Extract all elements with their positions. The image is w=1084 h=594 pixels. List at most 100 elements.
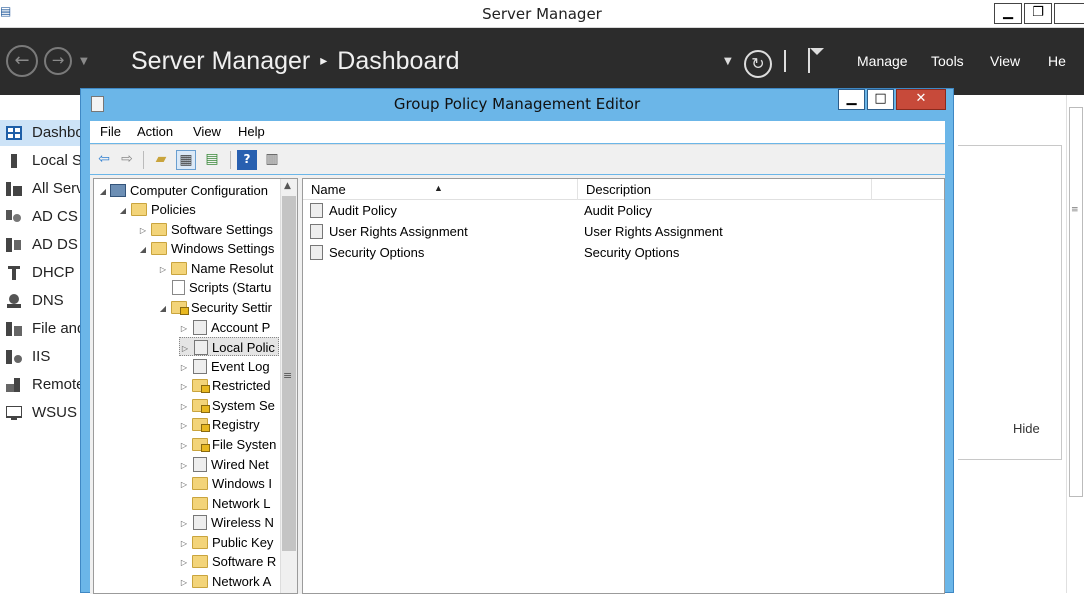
tree-node-wired-network[interactable]: ▷ Wired Net	[179, 455, 269, 474]
collapsed-icon[interactable]: ▷	[179, 397, 189, 416]
sidebar-item-wsus[interactable]: WSUS	[0, 400, 84, 426]
tree-node-windows-firewall[interactable]: ▷ Windows I	[179, 474, 272, 493]
expanded-icon[interactable]: ◢	[158, 299, 168, 318]
back-button[interactable]: ←	[6, 45, 38, 77]
show-hide-tree-icon[interactable]: ▦	[176, 150, 196, 170]
collapsed-icon[interactable]: ▷	[179, 573, 189, 592]
forward-button[interactable]: →	[44, 47, 72, 75]
manage-menu[interactable]: Manage	[857, 53, 908, 69]
list-item[interactable]: Security Options Security Options	[303, 242, 944, 263]
collapsed-icon[interactable]: ▷	[179, 319, 189, 338]
collapsed-icon[interactable]: ▷	[179, 358, 189, 377]
tree-scrollbar[interactable]: ▲ ≡	[280, 179, 297, 593]
properties-icon[interactable]: ▥	[262, 150, 282, 170]
export-list-icon[interactable]: ▤	[202, 150, 222, 170]
tree-node-name-resolution[interactable]: ▷ Name Resolut	[158, 259, 273, 278]
dhcp-icon	[8, 266, 20, 280]
sidebar-item-ad-cs[interactable]: AD CS	[0, 204, 84, 230]
history-dropdown-icon[interactable]: ▼	[80, 56, 88, 67]
tree-node-network-list[interactable]: Network L	[179, 494, 271, 513]
tree-node-local-policies[interactable]: ▷ Local Polic	[179, 337, 279, 356]
sidebar-item-dhcp[interactable]: DHCP	[0, 260, 84, 286]
help-menu[interactable]: He	[1048, 53, 1066, 69]
expanded-icon[interactable]: ◢	[118, 201, 128, 220]
sidebar-item-file-storage[interactable]: File and	[0, 316, 84, 342]
breadcrumb-root: Server Manager	[131, 47, 311, 75]
tools-menu[interactable]: Tools	[931, 53, 964, 69]
menu-view[interactable]: View	[193, 124, 221, 139]
menu-file[interactable]: File	[100, 124, 121, 139]
forward-arrow-icon[interactable]: ⇨	[117, 150, 137, 170]
tree-node-network-access[interactable]: ▷ Network A	[179, 572, 271, 591]
sidebar-item-iis[interactable]: IIS	[0, 344, 84, 370]
tree-node-system-services[interactable]: ▷ System Se	[179, 396, 275, 415]
list-item[interactable]: User Rights Assignment User Rights Assig…	[303, 221, 944, 242]
notifications-flag-icon[interactable]	[806, 46, 826, 74]
scrollbar-thumb[interactable]	[1069, 107, 1083, 497]
list-item[interactable]: Audit Policy Audit Policy	[303, 200, 944, 221]
sidebar-item-ad-ds[interactable]: AD DS	[0, 232, 84, 258]
help-icon[interactable]: ?	[237, 150, 257, 170]
tree-node-computer-configuration[interactable]: ◢ Computer Configuration	[98, 181, 268, 200]
menu-help[interactable]: Help	[238, 124, 265, 139]
gpme-minimize-button[interactable]: ▁	[838, 89, 865, 110]
sidebar-item-dns[interactable]: DNS	[0, 288, 84, 314]
tree-node-registry[interactable]: ▷ Registry	[179, 415, 260, 434]
column-header-name[interactable]: Name ▲	[303, 179, 578, 200]
collapsed-icon[interactable]: ▷	[179, 475, 189, 494]
tree-node-event-log[interactable]: ▷ Event Log	[179, 357, 270, 376]
collapsed-icon[interactable]: ▷	[179, 534, 189, 553]
tree-node-software-restriction[interactable]: ▷ Software R	[179, 552, 276, 571]
collapsed-icon[interactable]: ▷	[179, 377, 189, 396]
header-divider	[784, 50, 786, 72]
tree-node-windows-settings[interactable]: ◢ Windows Settings	[138, 239, 274, 258]
sidebar-item-all-servers[interactable]: All Serv	[0, 176, 84, 202]
sidebar-item-label: DNS	[32, 292, 64, 309]
scroll-up-icon[interactable]: ▲	[284, 181, 291, 191]
expanded-icon[interactable]: ◢	[138, 240, 148, 259]
collapsed-icon[interactable]: ▷	[179, 553, 189, 572]
collapsed-icon[interactable]: ▷	[158, 260, 168, 279]
gpme-title: Group Policy Management Editor	[393, 95, 641, 113]
collapsed-icon[interactable]: ▷	[138, 221, 148, 240]
up-folder-icon[interactable]: ▰	[151, 150, 171, 170]
breadcrumb-page: Dashboard	[337, 47, 460, 75]
restore-button[interactable]: ❐	[1024, 3, 1052, 24]
menu-action[interactable]: Action	[137, 124, 173, 139]
back-arrow-icon[interactable]: ⇦	[94, 150, 114, 170]
column-header-description[interactable]: Description	[578, 179, 872, 200]
scrollbar-grip-icon: ≡	[1071, 205, 1079, 215]
sidebar-item-dashboard[interactable]: Dashbo	[0, 120, 84, 146]
hide-link[interactable]: Hide	[1013, 421, 1040, 436]
collapsed-icon[interactable]: ▷	[180, 339, 190, 358]
collapsed-icon[interactable]: ▷	[179, 514, 189, 533]
tree-node-account-policies[interactable]: ▷ Account P	[179, 318, 270, 337]
refresh-icon[interactable]: ↻	[744, 50, 772, 78]
collapsed-icon[interactable]: ▷	[179, 456, 189, 475]
view-menu[interactable]: View	[990, 53, 1020, 69]
refresh-dropdown-icon[interactable]: ▼	[724, 56, 732, 67]
gpme-body: ◢ Computer Configuration ◢ Policies ▷ Softw…	[90, 175, 945, 594]
collapsed-icon[interactable]: ▷	[179, 416, 189, 435]
server-manager-sidebar: Dashbo Local S All Serv AD CS AD DS DHCP…	[0, 118, 84, 593]
tree-node-security-settings[interactable]: ◢ Security Settir	[158, 298, 272, 317]
tree-node-policies[interactable]: ◢ Policies	[118, 200, 196, 219]
tree-node-software-settings[interactable]: ▷ Software Settings	[138, 220, 273, 239]
gpme-titlebar[interactable]: Group Policy Management Editor ▁ □ ✕	[81, 89, 953, 119]
sidebar-item-remote-access[interactable]: Remote	[0, 372, 84, 398]
tree-node-file-system[interactable]: ▷ File Systen	[179, 435, 276, 454]
collapsed-icon[interactable]: ▷	[179, 436, 189, 455]
server-manager-scrollbar[interactable]: ≡	[1066, 95, 1084, 593]
tree-node-scripts[interactable]: Scripts (Startu	[158, 278, 271, 297]
close-button[interactable]	[1054, 3, 1084, 24]
tree-node-public-key[interactable]: ▷ Public Key	[179, 533, 274, 553]
gpme-maximize-button[interactable]: □	[867, 89, 894, 110]
gpme-close-button[interactable]: ✕	[896, 89, 946, 110]
sidebar-item-local-server[interactable]: Local S	[0, 148, 84, 174]
expanded-icon[interactable]: ◢	[98, 182, 108, 201]
minimize-button[interactable]: ▁	[994, 3, 1022, 24]
tree-node-wireless-network[interactable]: ▷ Wireless N	[179, 513, 274, 532]
dashboard-tile	[958, 145, 1062, 460]
tree-node-restricted-groups[interactable]: ▷ Restricted	[179, 376, 271, 395]
policy-icon	[194, 340, 208, 355]
